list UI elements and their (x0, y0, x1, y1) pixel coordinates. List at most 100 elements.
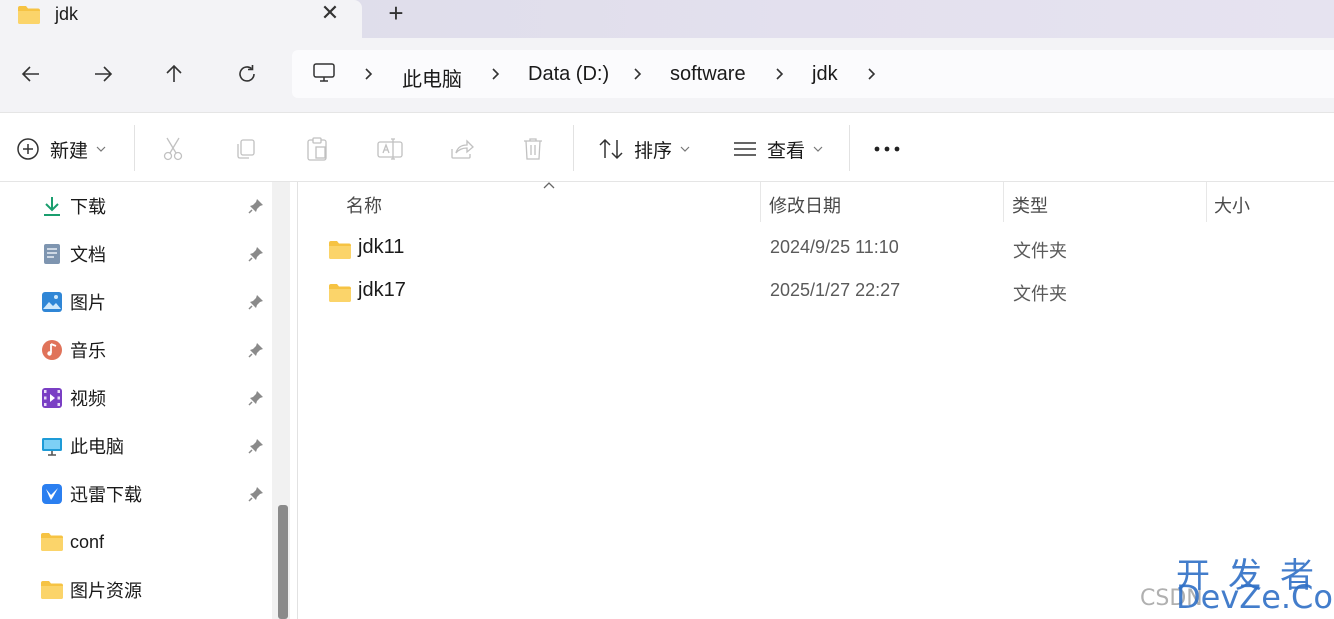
list-view-icon (734, 142, 756, 156)
refresh-icon (239, 65, 255, 82)
refresh-button[interactable] (233, 60, 261, 88)
pin-icon[interactable] (248, 246, 264, 262)
column-header-type[interactable]: 类型 (1012, 192, 1048, 218)
clipboard-icon (307, 137, 327, 161)
more-options-button[interactable] (873, 135, 901, 163)
folder-icon (328, 240, 352, 265)
chevron-right-icon[interactable] (362, 67, 376, 81)
sidebar-item-label: 下载 (70, 197, 106, 217)
address-bar[interactable]: 此电脑 Data (D:) software jdk (292, 50, 1334, 98)
rename-icon (377, 138, 403, 160)
new-tab-button[interactable]: + (382, 0, 410, 28)
file-row[interactable]: jdk11 2024/9/25 11:10 文件夹 (328, 230, 1328, 270)
share-icon (451, 139, 474, 159)
chevron-down-icon (680, 146, 690, 152)
folder-icon (40, 530, 64, 554)
sort-icon (599, 138, 623, 160)
divider (849, 125, 850, 171)
column-header-name[interactable]: 名称 (346, 192, 382, 218)
sidebar-item-documents[interactable]: 文档 (40, 234, 272, 274)
tab-title: jdk (55, 4, 79, 24)
sidebar-item-label: 迅雷下载 (70, 485, 142, 505)
column-header-modified[interactable]: 修改日期 (769, 192, 841, 218)
sidebar-item-picture-resources[interactable]: 图片资源 (40, 570, 272, 610)
cut-button[interactable] (161, 135, 185, 163)
sidebar-item-label: conf (70, 531, 105, 552)
computer-icon (40, 434, 64, 458)
breadcrumb-this-pc[interactable]: 此电脑 (402, 63, 462, 92)
computer-icon[interactable] (312, 62, 336, 89)
download-icon (40, 194, 64, 218)
divider (134, 125, 135, 171)
new-button-label: 新建 (50, 140, 89, 162)
pin-icon[interactable] (248, 198, 264, 214)
pin-icon[interactable] (248, 294, 264, 310)
back-button[interactable] (17, 60, 45, 88)
scissors-icon (163, 137, 183, 161)
sidebar-item-this-pc[interactable]: 此电脑 (40, 426, 272, 466)
chevron-right-icon[interactable] (489, 67, 503, 81)
sidebar-item-xunlei-downloads[interactable]: 迅雷下载 (40, 474, 272, 514)
pin-icon[interactable] (248, 438, 264, 454)
sidebar-item-label: 视频 (70, 389, 106, 409)
file-type: 文件夹 (1013, 284, 1067, 304)
column-header-size[interactable]: 大小 (1214, 192, 1250, 218)
sidebar-item-label: 此电脑 (70, 437, 124, 457)
breadcrumb-data-drive[interactable]: Data (D:) (528, 63, 609, 86)
video-icon (40, 386, 64, 410)
sort-ascending-icon (543, 182, 555, 189)
column-divider[interactable] (1003, 182, 1004, 222)
column-divider[interactable] (1206, 182, 1207, 222)
sidebar-item-label: 音乐 (70, 341, 106, 361)
new-button[interactable]: 新建 (16, 135, 106, 163)
sidebar-item-label: 文档 (70, 245, 106, 265)
sidebar-item-downloads[interactable]: 下载 (40, 186, 272, 226)
view-button[interactable]: 查看 (733, 135, 823, 163)
file-modified-date: 2024/9/25 11:10 (770, 237, 899, 257)
folder-icon (328, 283, 352, 308)
file-type: 文件夹 (1013, 241, 1067, 261)
close-tab-button[interactable]: ✕ (318, 2, 342, 26)
copy-button[interactable] (233, 135, 257, 163)
xunlei-icon (40, 482, 64, 506)
folder-icon (17, 5, 41, 30)
sidebar-item-pictures[interactable]: 图片 (40, 282, 272, 322)
navigation-pane: 下载 文档 图片 音乐 视频 此电脑 迅雷下载 conf 图片资源 (0, 182, 298, 619)
plus-circle-icon (17, 138, 39, 160)
breadcrumb-jdk[interactable]: jdk (812, 63, 838, 86)
file-name: jdk11 (358, 236, 405, 258)
sidebar-scrollbar-thumb[interactable] (278, 505, 288, 619)
file-modified-date: 2025/1/27 22:27 (770, 280, 901, 300)
sidebar-item-conf[interactable]: conf (40, 522, 272, 562)
up-button[interactable] (160, 60, 188, 88)
arrow-left-icon (21, 66, 39, 82)
chevron-right-icon[interactable] (865, 67, 879, 81)
picture-icon (40, 290, 64, 314)
copy-icon (237, 139, 255, 159)
pin-icon[interactable] (248, 390, 264, 406)
forward-button[interactable] (89, 60, 117, 88)
pin-icon[interactable] (248, 486, 264, 502)
rename-button[interactable] (377, 135, 403, 163)
pin-icon[interactable] (248, 342, 264, 358)
more-dots-icon (874, 146, 900, 152)
document-icon (40, 242, 64, 266)
sidebar-item-label: 图片 (70, 293, 106, 313)
chevron-right-icon[interactable] (773, 67, 787, 81)
sort-button-label: 排序 (634, 140, 673, 162)
share-button[interactable] (449, 135, 475, 163)
music-icon (40, 338, 64, 362)
sidebar-item-music[interactable]: 音乐 (40, 330, 272, 370)
tab-jdk[interactable]: jdk ✕ (0, 0, 362, 38)
sidebar-item-label: 图片资源 (70, 581, 142, 601)
sidebar-item-videos[interactable]: 视频 (40, 378, 272, 418)
chevron-right-icon[interactable] (631, 67, 645, 81)
column-divider[interactable] (760, 182, 761, 222)
divider (573, 125, 574, 171)
breadcrumb-software[interactable]: software (670, 63, 746, 86)
paste-button[interactable] (305, 135, 329, 163)
delete-button[interactable] (521, 135, 545, 163)
file-row[interactable]: jdk17 2025/1/27 22:27 文件夹 (328, 273, 1328, 313)
trash-icon (524, 138, 542, 160)
sort-button[interactable]: 排序 (598, 135, 690, 163)
